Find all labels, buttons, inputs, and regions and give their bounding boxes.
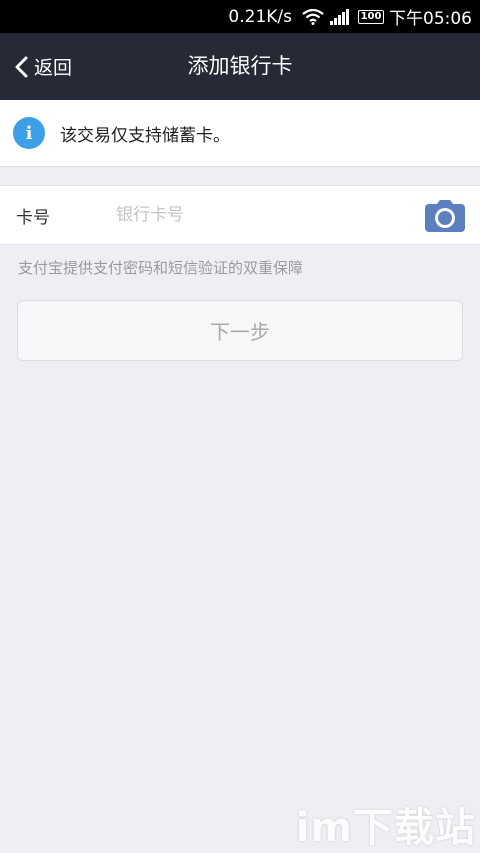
status-bar: 0.21K/s 100 下午05:06 [0, 0, 480, 33]
next-button-label: 下一步 [210, 320, 270, 344]
card-number-label: 卡号 [16, 207, 50, 228]
notice-banner: i 该交易仅支持储蓄卡。 [0, 100, 480, 167]
signal-icon [330, 8, 350, 25]
next-button[interactable]: 下一步 [17, 300, 463, 361]
network-speed: 0.21K/s [228, 6, 292, 27]
security-hint: 支付宝提供支付密码和短信验证的双重保障 [18, 259, 304, 277]
nav-bar: 返回 添加银行卡 [0, 33, 480, 100]
camera-icon[interactable] [424, 199, 466, 233]
watermark: im下载站 [295, 805, 476, 851]
clock: 下午05:06 [389, 9, 472, 29]
battery-level: 100 [360, 11, 382, 22]
notice-text: 该交易仅支持储蓄卡。 [60, 125, 230, 146]
card-number-row: 卡号 [0, 185, 480, 245]
battery-icon: 100 [358, 9, 384, 24]
page-title: 添加银行卡 [187, 54, 293, 78]
info-icon: i [13, 117, 45, 149]
wifi-icon [302, 8, 324, 25]
card-number-input[interactable] [116, 198, 406, 232]
